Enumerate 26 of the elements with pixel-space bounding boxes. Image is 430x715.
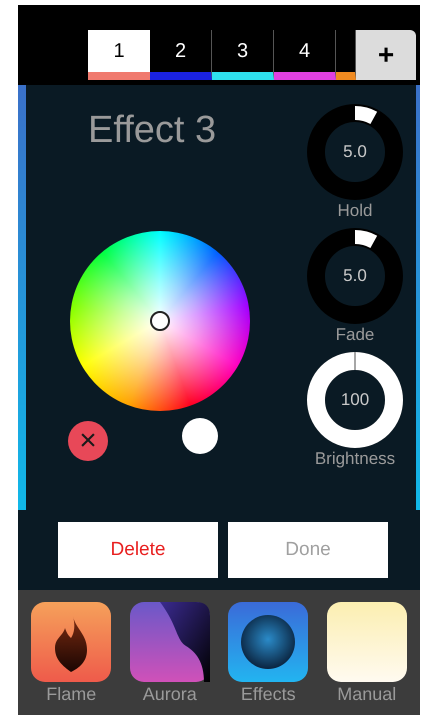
tab[interactable]: 2 xyxy=(150,30,212,80)
effect-title: Effect 3 xyxy=(88,108,218,153)
done-button[interactable]: Done xyxy=(228,522,388,578)
tab[interactable]: 3 xyxy=(212,30,274,80)
dock-label[interactable]: Flame xyxy=(46,682,96,706)
dock-label[interactable]: Aurora xyxy=(142,682,197,706)
dial-label: Brightness xyxy=(314,448,396,470)
dial-value: 100 xyxy=(340,389,370,412)
tab[interactable]: 1 xyxy=(88,30,150,80)
dial-value: 5.0 xyxy=(343,141,367,164)
color-swatch[interactable] xyxy=(182,418,218,454)
add-button[interactable]: + xyxy=(356,30,416,80)
clear-button[interactable]: × xyxy=(68,421,108,461)
dock-label[interactable]: Effects xyxy=(240,682,296,706)
blank-tile-icon[interactable] xyxy=(326,602,407,682)
dial-value: 5.0 xyxy=(343,265,367,288)
color-picker-handle[interactable] xyxy=(150,311,170,331)
tab[interactable]: 4 xyxy=(274,30,336,80)
tab[interactable] xyxy=(336,30,356,80)
flame-icon[interactable] xyxy=(31,602,112,682)
dock-label[interactable]: Manual xyxy=(337,682,396,706)
dial-arc[interactable] xyxy=(307,352,403,448)
aurora-icon[interactable] xyxy=(130,602,210,682)
delete-button[interactable]: Delete xyxy=(58,522,218,578)
dial-label: Fade xyxy=(336,324,374,346)
dial-label: Hold xyxy=(338,200,372,222)
